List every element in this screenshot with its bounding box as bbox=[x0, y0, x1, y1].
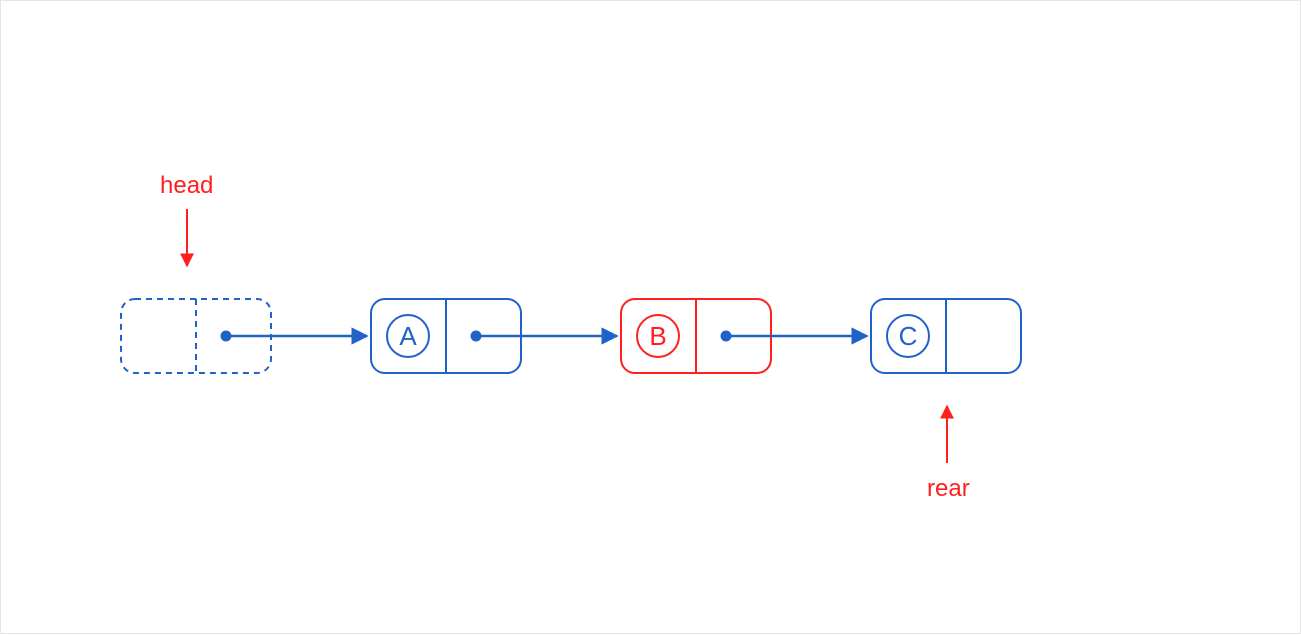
node-a-data: A bbox=[399, 321, 417, 351]
node-b-data: B bbox=[649, 321, 666, 351]
diagram-frame: { "labels": { "head": "head", "rear": "r… bbox=[0, 0, 1301, 634]
linked-list-diagram: head A B C rear bbox=[1, 1, 1301, 635]
rear-label: rear bbox=[927, 475, 970, 502]
node-c-data: C bbox=[899, 321, 918, 351]
node-c: C bbox=[871, 299, 1021, 373]
head-label: head bbox=[160, 172, 213, 199]
